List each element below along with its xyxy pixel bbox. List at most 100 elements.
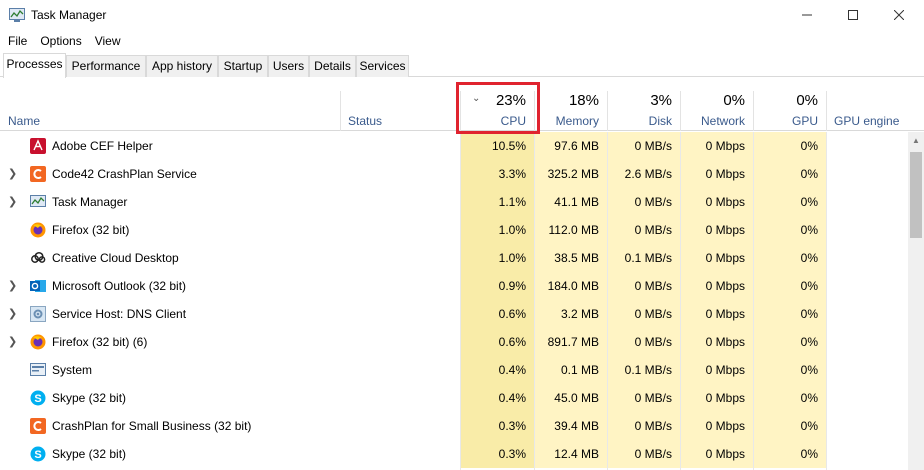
table-row[interactable]: ❯ Service Host: DNS Client 0.6% 3.2 MB 0 MB/… [0,300,908,328]
process-disk: 2.6 MB/s [607,160,680,188]
process-network: 0 Mbps [680,300,753,328]
process-name: Skype (32 bit) [52,391,127,405]
minimize-button[interactable] [784,0,830,30]
title-bar[interactable]: Task Manager [0,0,924,30]
process-status [340,300,460,328]
process-cpu: 3.3% [460,160,534,188]
table-row[interactable]: ❯ Code42 CrashPlan Service 3.3% 325.2 MB 2.6… [0,160,908,188]
process-memory: 325.2 MB [534,160,607,188]
table-row[interactable]: Adobe CEF Helper 10.5% 97.6 MB 0 MB/s 0 Mbps… [0,132,908,160]
process-gpu-engine [826,160,908,188]
process-cpu: 0.4% [460,356,534,384]
table-row[interactable]: ❯ Microsoft Outlook (32 bit) 0.9% 184.0 MB 0… [0,272,908,300]
window-title: Task Manager [31,8,107,22]
table-row[interactable]: S Skype (32 bit) 0.3% 12.4 MB 0 MB/s 0 Mbps 0% [0,440,908,468]
tab-startup[interactable]: Startup [218,55,268,77]
svg-text:S: S [34,449,41,461]
process-network: 0 Mbps [680,272,753,300]
close-button[interactable] [876,0,922,30]
process-disk: 0 MB/s [607,440,680,468]
scroll-thumb[interactable] [910,152,922,238]
tab-performance[interactable]: Performance [66,55,146,77]
process-name: Skype (32 bit) [52,447,127,461]
menu-options[interactable]: Options [32,31,86,51]
tab-services[interactable]: Services [356,55,409,77]
header-disk-label: Disk [648,114,672,128]
header-gpu-engine-label: GPU engine [834,114,900,128]
process-memory: 12.4 MB [534,440,607,468]
process-gpu: 0% [753,300,826,328]
header-memory[interactable]: 18% Memory [534,77,607,131]
expand-chevron-icon[interactable]: ❯ [8,328,18,356]
process-status [340,132,460,160]
header-gpu-total: 0% [796,92,818,109]
tab-users[interactable]: Users [268,55,309,77]
table-row[interactable]: S Skype (32 bit) 0.4% 45.0 MB 0 MB/s 0 Mbps 0% [0,384,908,412]
process-network: 0 Mbps [680,244,753,272]
table-row[interactable]: Firefox (32 bit) 1.0% 112.0 MB 0 MB/s 0 Mbps… [0,216,908,244]
process-gpu: 0% [753,440,826,468]
process-name: Firefox (32 bit) [52,223,130,237]
adobe-cef-icon [30,138,46,154]
process-cpu: 1.1% [460,188,534,216]
table-row[interactable]: Creative Cloud Desktop 1.0% 38.5 MB 0.1 MB/… [0,244,908,272]
process-network: 0 Mbps [680,216,753,244]
header-cpu-total: 23% [495,92,526,109]
process-gpu: 0% [753,244,826,272]
process-memory: 45.0 MB [534,384,607,412]
header-gpu-engine[interactable]: GPU engine [826,77,908,131]
maximize-icon [848,10,858,20]
process-gpu-engine [826,244,908,272]
process-status [340,440,460,468]
header-status[interactable]: Status [340,77,460,131]
process-gpu-engine [826,440,908,468]
process-network: 0 Mbps [680,356,753,384]
process-cpu: 0.3% [460,440,534,468]
tab-app-history[interactable]: App history [146,55,218,77]
process-gpu-engine [826,328,908,356]
header-name[interactable]: Name [0,77,340,131]
process-name: Service Host: DNS Client [52,307,187,321]
process-status [340,412,460,440]
skype-icon: S [30,446,46,462]
process-disk: 0 MB/s [607,300,680,328]
process-status [340,216,460,244]
header-disk-total: 3% [650,92,672,109]
firefox-icon [30,222,46,238]
vertical-scrollbar[interactable]: ▲ [908,132,924,470]
table-row[interactable]: ❯ Firefox (32 bit) (6) 0.6% 891.7 MB 0 MB/s 0… [0,328,908,356]
process-memory: 0.1 MB [534,356,607,384]
tab-details[interactable]: Details [309,55,356,77]
process-cpu: 0.6% [460,328,534,356]
process-memory: 112.0 MB [534,216,607,244]
header-network[interactable]: 0% Network [680,77,753,131]
table-row[interactable]: ❯ Task Manager 1.1% 41.1 MB 0 MB/s 0 Mbps 0% [0,188,908,216]
header-disk[interactable]: 3% Disk [607,77,680,131]
header-gpu[interactable]: 0% GPU [753,77,826,131]
creative-cloud-icon [31,251,46,263]
header-name-label: Name [8,114,41,128]
process-memory: 97.6 MB [534,132,607,160]
process-memory: 41.1 MB [534,188,607,216]
scroll-up-arrow-icon[interactable]: ▲ [908,132,924,149]
process-status [340,160,460,188]
header-memory-label: Memory [555,114,599,128]
menu-view[interactable]: View [87,31,126,51]
expand-chevron-icon[interactable]: ❯ [8,188,18,216]
expand-chevron-icon[interactable]: ❯ [8,160,18,188]
table-row[interactable]: CrashPlan for Small Business (32 bit) 0.3… [0,412,908,440]
process-network: 0 Mbps [680,132,753,160]
tab-processes[interactable]: Processes [3,53,66,78]
expand-chevron-icon[interactable]: ❯ [8,272,18,300]
menu-file[interactable]: File [0,31,32,51]
process-network: 0 Mbps [680,328,753,356]
process-disk: 0 MB/s [607,412,680,440]
crashplan-icon [30,418,46,434]
table-row[interactable]: System 0.4% 0.1 MB 0.1 MB/s 0 Mbps 0% [0,356,908,384]
header-cpu[interactable]: ⌄ 23% CPU [460,77,534,131]
maximize-button[interactable] [830,0,876,30]
expand-chevron-icon[interactable]: ❯ [8,300,18,328]
process-cpu: 0.3% [460,412,534,440]
crashplan-icon [30,166,46,182]
process-cpu: 0.9% [460,272,534,300]
